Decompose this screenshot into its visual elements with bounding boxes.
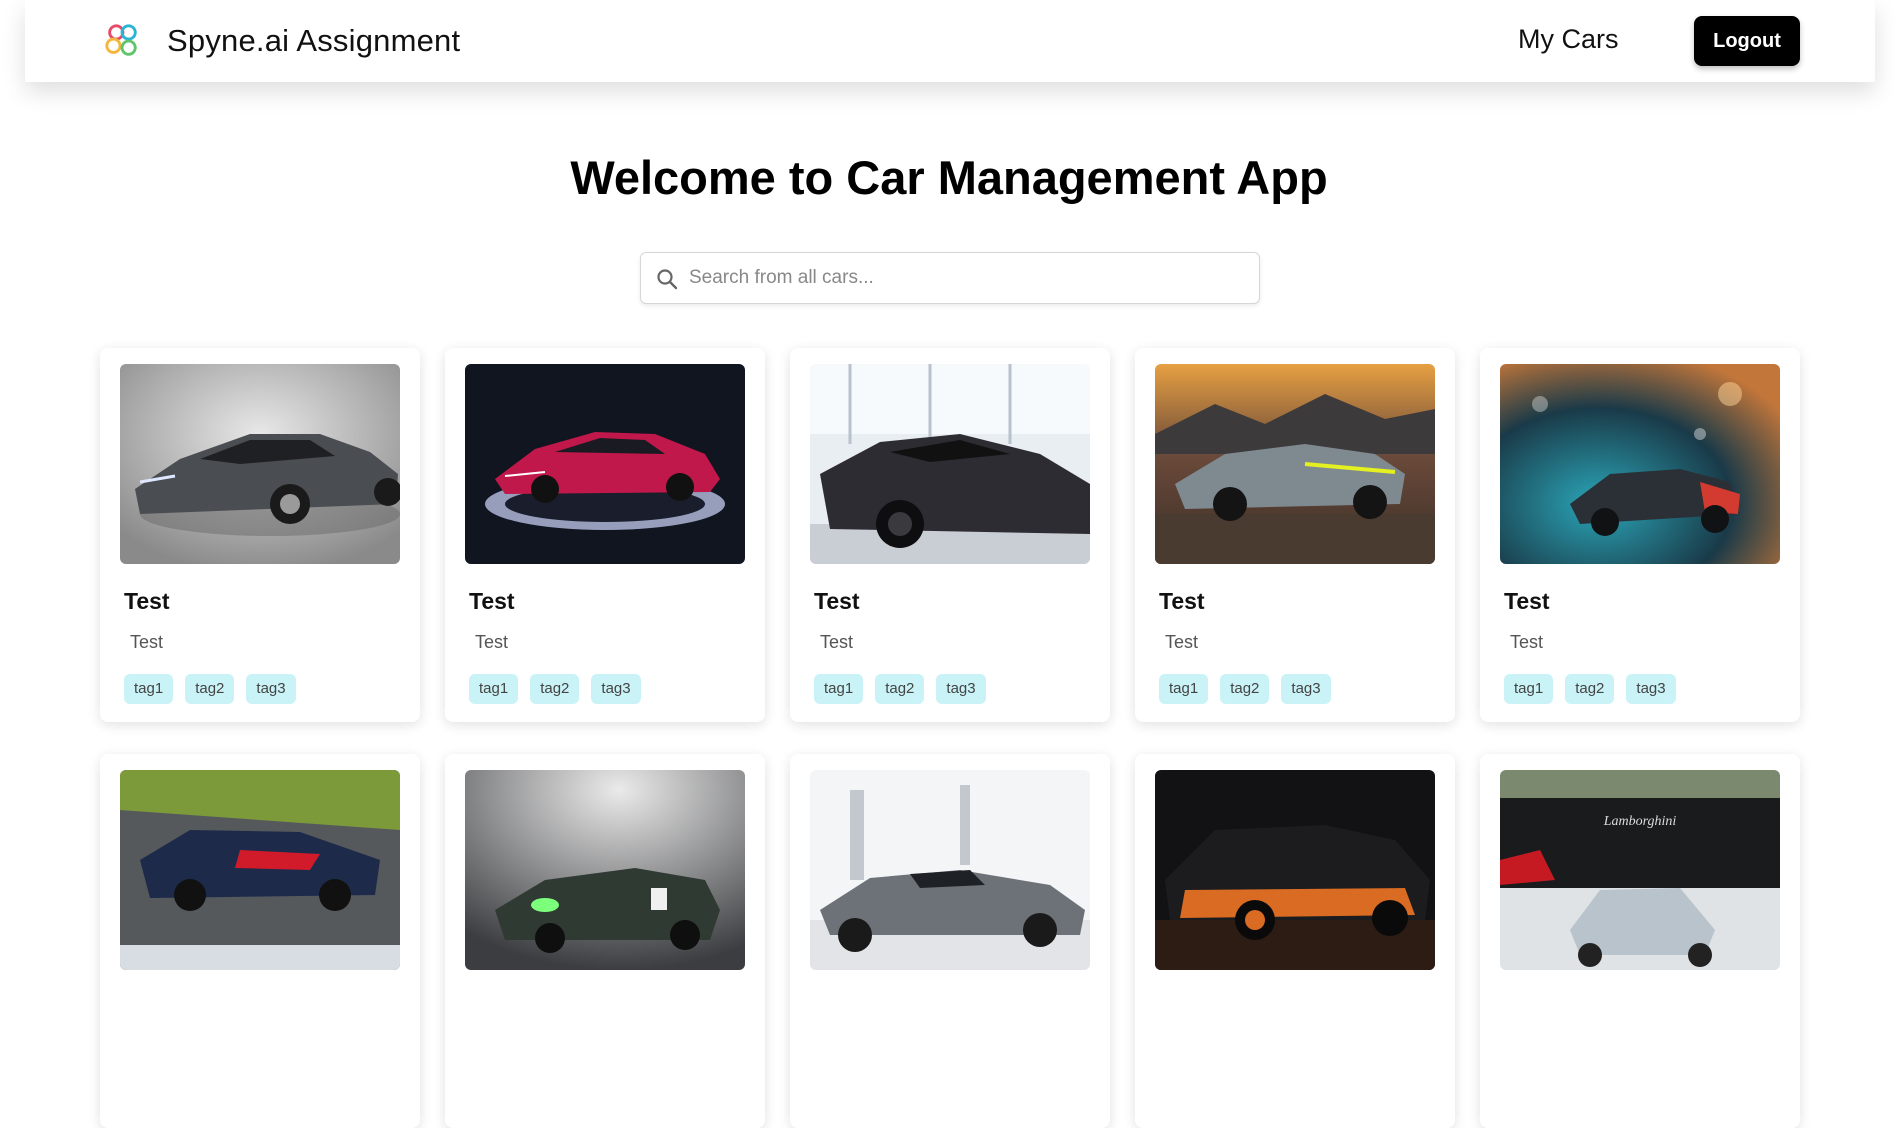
tag-chip: tag2 — [530, 674, 580, 704]
tag-chip: tag2 — [875, 674, 925, 704]
tag-chip: tag2 — [1565, 674, 1615, 704]
car-image[interactable] — [465, 364, 745, 564]
car-card[interactable] — [445, 754, 765, 1128]
brand-title: Spyne.ai Assignment — [167, 23, 461, 58]
car-image[interactable] — [1500, 364, 1780, 564]
car-image[interactable]: Lamborghini — [1500, 770, 1780, 970]
tag-chip: tag2 — [185, 674, 235, 704]
car-description: Test — [475, 632, 509, 652]
tag-chip: tag1 — [1159, 674, 1209, 704]
spyne-logo-icon — [105, 24, 137, 56]
svg-text:Lamborghini: Lamborghini — [1603, 814, 1677, 829]
car-image[interactable] — [1155, 770, 1435, 970]
car-title: Test — [469, 588, 515, 614]
tag-chip: tag3 — [591, 674, 641, 704]
tag-chip: tag1 — [469, 674, 519, 704]
car-tags: tag1 tag2 tag3 — [469, 674, 653, 704]
car-card[interactable] — [790, 754, 1110, 1128]
car-title: Test — [814, 588, 860, 614]
car-image[interactable] — [810, 364, 1090, 564]
car-card[interactable] — [1135, 754, 1455, 1128]
car-tags: tag1 tag2 tag3 — [124, 674, 308, 704]
tag-chip: tag3 — [246, 674, 296, 704]
page-title: Welcome to Car Management App — [570, 151, 1328, 204]
tag-chip: tag3 — [1281, 674, 1331, 704]
logout-button[interactable]: Logout — [1694, 16, 1800, 66]
tag-chip: tag2 — [1220, 674, 1270, 704]
car-image[interactable] — [120, 364, 400, 564]
tag-chip: tag3 — [936, 674, 986, 704]
car-card[interactable]: Test Test tag1 tag2 tag3 — [445, 348, 765, 722]
top-navbar: Spyne.ai Assignment My Cars Logout — [25, 0, 1875, 82]
car-title: Test — [124, 588, 170, 614]
car-tags: tag1 tag2 tag3 — [814, 674, 998, 704]
car-tags: tag1 tag2 tag3 — [1159, 674, 1343, 704]
car-image[interactable] — [1155, 364, 1435, 564]
car-image[interactable] — [465, 770, 745, 970]
car-card[interactable]: Test Test tag1 tag2 tag3 — [100, 348, 420, 722]
car-title: Test — [1504, 588, 1550, 614]
search-box[interactable] — [640, 252, 1260, 304]
nav-my-cars-link[interactable]: My Cars — [1518, 24, 1619, 55]
car-description: Test — [1510, 632, 1544, 652]
tag-chip: tag1 — [814, 674, 864, 704]
car-tags: tag1 tag2 tag3 — [1504, 674, 1688, 704]
tag-chip: tag1 — [1504, 674, 1554, 704]
car-card[interactable]: Test Test tag1 tag2 tag3 — [790, 348, 1110, 722]
car-card[interactable] — [100, 754, 420, 1128]
car-card[interactable]: Test Test tag1 tag2 tag3 — [1135, 348, 1455, 722]
car-title: Test — [1159, 588, 1205, 614]
car-image[interactable] — [810, 770, 1090, 970]
car-description: Test — [820, 632, 854, 652]
search-input[interactable] — [689, 261, 1249, 295]
tag-chip: tag1 — [124, 674, 174, 704]
car-card[interactable]: Test Test tag1 tag2 tag3 — [1480, 348, 1800, 722]
search-icon — [657, 269, 678, 290]
car-description: Test — [130, 632, 164, 652]
car-image[interactable] — [120, 770, 400, 970]
car-description: Test — [1165, 632, 1199, 652]
car-card[interactable]: Lamborghini — [1480, 754, 1800, 1128]
tag-chip: tag3 — [1626, 674, 1676, 704]
brand[interactable]: Spyne.ai Assignment — [103, 22, 460, 60]
